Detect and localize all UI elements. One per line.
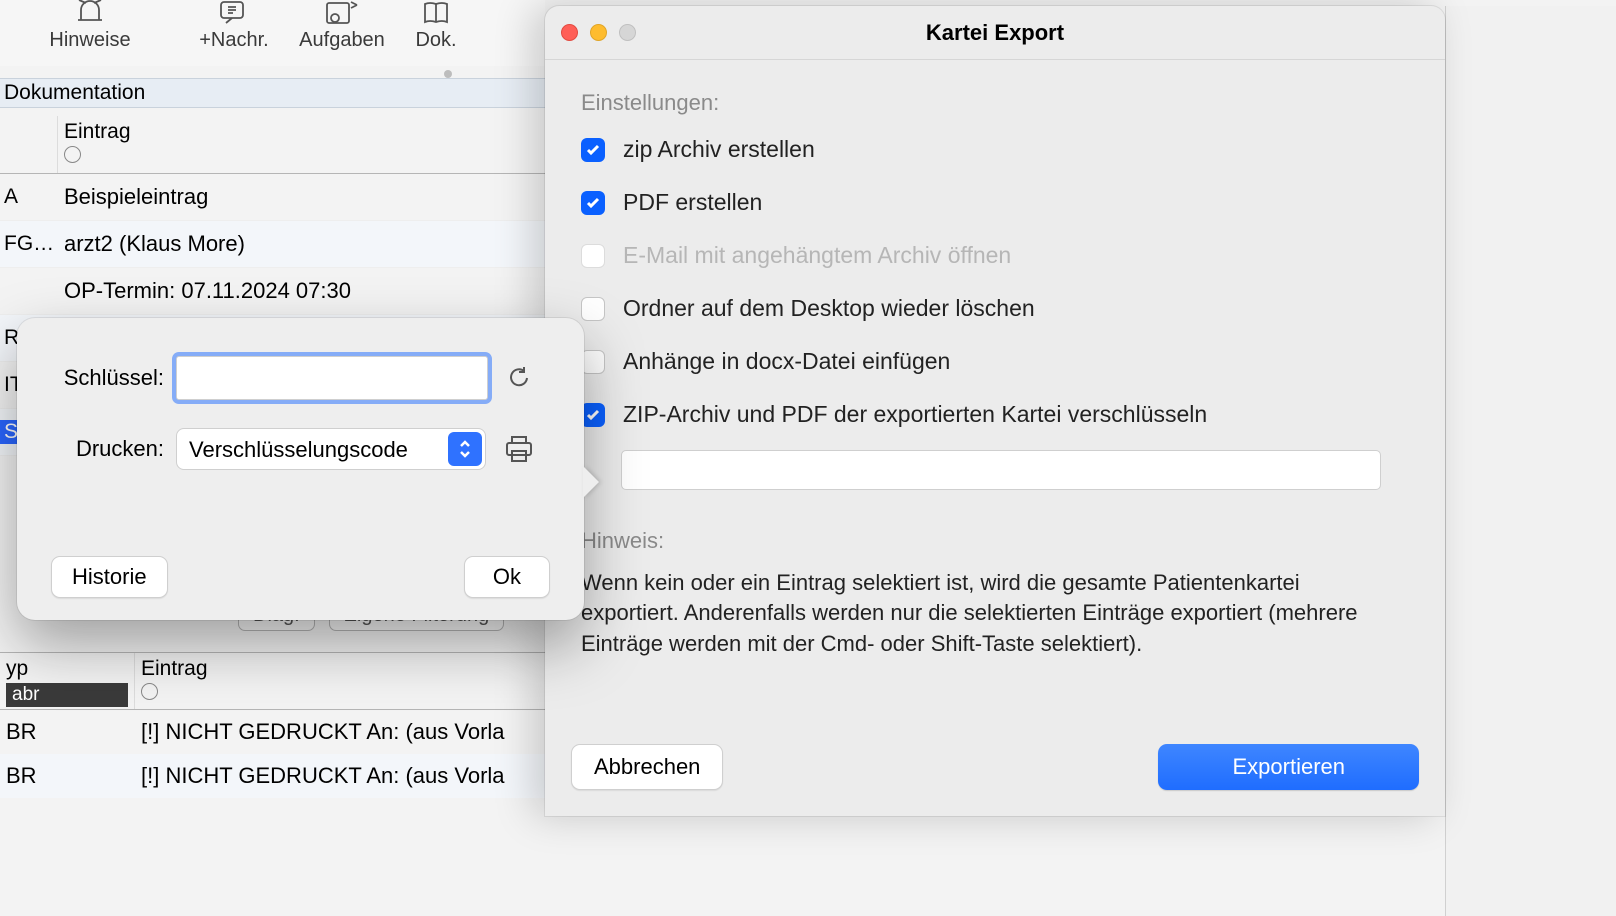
table-row[interactable]: FG… arzt2 (Klaus More) [0, 221, 545, 268]
hint-label: Hinweis: [581, 528, 1409, 554]
row-text: arzt2 (Klaus More) [58, 231, 545, 257]
window-controls [561, 24, 636, 41]
key-popover: Schlüssel: Drucken: Verschlüsselungscode… [17, 318, 584, 620]
checkbox-row-docx[interactable]: Anhänge in docx-Datei einfügen [581, 348, 1409, 375]
lower-table-header: yp Eintrag [0, 652, 545, 710]
checkbox-row-delete-folder[interactable]: Ordner auf dem Desktop wieder löschen [581, 295, 1409, 322]
column-header-eintrag[interactable]: Eintrag [64, 120, 545, 144]
settings-label: Einstellungen: [581, 90, 1409, 116]
titlebar[interactable]: Kartei Export [545, 6, 1445, 60]
history-button[interactable]: Historie [51, 556, 168, 598]
checkbox-icon [581, 244, 605, 268]
export-body: Einstellungen: zip Archiv erstellen PDF … [545, 60, 1445, 660]
row-text: [!] NICHT GEDRUCKT An: (aus Vorla [135, 719, 545, 745]
toolbar-label: Aufgaben [299, 29, 385, 52]
checkbox-icon[interactable] [581, 350, 605, 374]
section-title: Dokumentation [4, 81, 145, 105]
filter-circle-icon[interactable] [141, 683, 158, 700]
row-code: FG… [0, 232, 58, 256]
row-text: OP-Termin: 07.11.2024 07:30 [58, 278, 545, 304]
checkbox-label: Anhänge in docx-Datei einfügen [623, 348, 950, 375]
row-code: BR [0, 763, 135, 789]
table-row[interactable]: BR [!] NICHT GEDRUCKT An: (aus Vorla [0, 710, 545, 754]
checkbox-label: E-Mail mit angehängtem Archiv öffnen [623, 242, 1011, 269]
table-header: Eintrag [0, 116, 545, 174]
toolbar-item-hinweise[interactable]: Hinweise [0, 0, 180, 52]
cancel-button[interactable]: Abbrechen [571, 744, 723, 790]
table-row[interactable]: OP-Termin: 07.11.2024 07:30 [0, 268, 545, 315]
key-label: Schlüssel: [51, 365, 176, 391]
right-panel-edge [1445, 6, 1616, 916]
book-icon [423, 0, 449, 26]
row-code: BR [0, 719, 135, 745]
export-button[interactable]: Exportieren [1158, 744, 1419, 790]
checkbox-row-pdf[interactable]: PDF erstellen [581, 189, 1409, 216]
dialog-button-row: Abbrechen Exportieren [571, 744, 1419, 790]
toolbar-item-dok[interactable]: Dok. [396, 0, 476, 52]
hint-text: Wenn kein oder ein Eintrag selektiert is… [581, 568, 1409, 660]
toolbar: Hinweise +Nachr. Aufgaben Dok. [0, 0, 545, 66]
row-text: Beispieleintrag [58, 184, 545, 210]
checkbox-label: PDF erstellen [623, 189, 762, 216]
minimize-icon[interactable] [590, 24, 607, 41]
table-row[interactable]: A Beispieleintrag [0, 174, 545, 221]
toolbar-item-aufgaben[interactable]: Aufgaben [288, 0, 396, 52]
printer-icon[interactable] [502, 432, 536, 466]
ok-button[interactable]: Ok [464, 556, 550, 598]
lower-table-body: BR [!] NICHT GEDRUCKT An: (aus Vorla BR … [0, 710, 545, 798]
checkbox-label: ZIP-Archiv und PDF der exportierten Kart… [623, 401, 1207, 428]
table-row[interactable]: BR [!] NICHT GEDRUCKT An: (aus Vorla [0, 754, 545, 798]
popover-buttons: Historie Ok [51, 556, 550, 598]
toolbar-label: Hinweise [49, 29, 130, 52]
column-header-type[interactable]: yp [6, 657, 128, 681]
tasks-icon [325, 0, 359, 26]
key-row: Schlüssel: [51, 356, 550, 400]
print-select[interactable]: Verschlüsselungscode [176, 428, 486, 470]
message-plus-icon [220, 0, 248, 26]
checkbox-row-email: E-Mail mit angehängtem Archiv öffnen [581, 242, 1409, 269]
toolbar-label: +Nachr. [199, 29, 268, 52]
toolbar-item-nachr[interactable]: +Nachr. [180, 0, 288, 52]
section-header-dokumentation: Dokumentation [0, 78, 545, 108]
row-text: [!] NICHT GEDRUCKT An: (aus Vorla [135, 763, 545, 789]
checkbox-row-encrypt[interactable]: ZIP-Archiv und PDF der exportierten Kart… [581, 401, 1409, 428]
checkbox-icon[interactable] [581, 138, 605, 162]
toolbar-label: Dok. [415, 29, 456, 52]
window-title: Kartei Export [545, 20, 1445, 46]
checkbox-label: zip Archiv erstellen [623, 136, 815, 163]
print-row: Drucken: Verschlüsselungscode [51, 428, 550, 470]
checkbox-icon[interactable] [581, 403, 605, 427]
refresh-icon[interactable] [504, 363, 534, 393]
print-label: Drucken: [51, 436, 176, 462]
checkbox-icon[interactable] [581, 191, 605, 215]
row-code: A [0, 185, 58, 209]
checkbox-icon[interactable] [581, 297, 605, 321]
column-header-eintrag-lower[interactable]: Eintrag [141, 657, 539, 681]
alert-icon [75, 0, 105, 26]
drag-handle[interactable] [444, 70, 452, 78]
filter-circle-icon[interactable] [64, 146, 81, 163]
encryption-key-input[interactable] [621, 450, 1381, 490]
checkbox-label: Ordner auf dem Desktop wieder löschen [623, 295, 1035, 322]
chevron-updown-icon [448, 432, 482, 466]
zoom-icon [619, 24, 636, 41]
type-filter-input[interactable] [6, 683, 128, 707]
export-dialog: Kartei Export Einstellungen: zip Archiv … [545, 6, 1445, 816]
key-input[interactable] [176, 356, 488, 400]
close-icon[interactable] [561, 24, 578, 41]
checkbox-row-zip[interactable]: zip Archiv erstellen [581, 136, 1409, 163]
